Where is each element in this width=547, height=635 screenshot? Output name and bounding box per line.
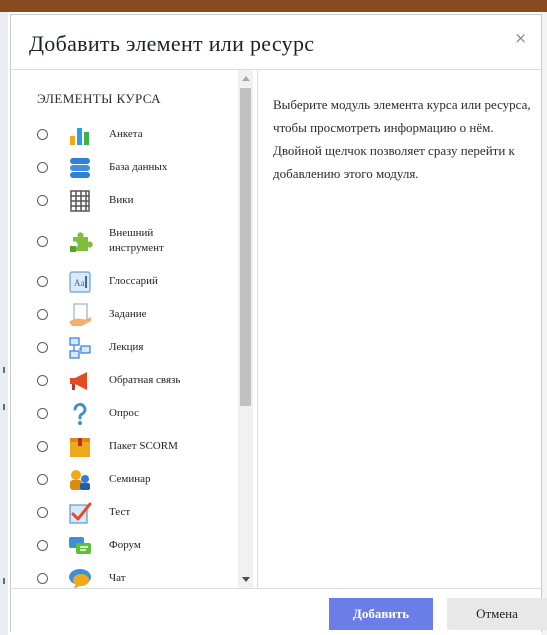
module-radio[interactable] xyxy=(37,342,48,353)
module-item-chat[interactable]: Чат xyxy=(11,562,239,588)
module-label: Форум xyxy=(109,539,141,551)
window-top-bar xyxy=(0,0,547,12)
module-item-wiki[interactable]: Вики xyxy=(11,184,239,217)
chat-icon xyxy=(67,566,93,588)
background-marker xyxy=(3,404,5,410)
dialog-title: Добавить элемент или ресурс xyxy=(29,31,315,56)
module-radio[interactable] xyxy=(37,573,48,584)
package-icon xyxy=(67,434,93,460)
background-marker xyxy=(3,578,5,584)
dialog-footer: Добавить Отмена xyxy=(11,588,547,632)
forum-icon xyxy=(67,533,93,559)
module-label: Вики xyxy=(109,194,134,206)
module-radio[interactable] xyxy=(37,162,48,173)
cancel-button[interactable]: Отмена xyxy=(447,598,547,630)
module-radio[interactable] xyxy=(37,441,48,452)
background-marker xyxy=(3,367,5,373)
add-activity-dialog: Добавить элемент или ресурс × ЭЛЕМЕНТЫ К… xyxy=(10,14,547,632)
module-label: Глоссарий xyxy=(109,275,158,287)
background-page-edge xyxy=(0,12,8,635)
wiki-icon xyxy=(67,188,93,214)
module-label: Чат xyxy=(109,572,126,584)
module-label: Опрос xyxy=(109,407,139,419)
quiz-checkmark-icon xyxy=(67,500,93,526)
question-icon xyxy=(67,401,93,427)
module-label: База данных xyxy=(109,161,168,173)
module-label: Семинар xyxy=(109,473,151,485)
module-radio[interactable] xyxy=(37,235,48,247)
lesson-icon xyxy=(67,335,93,361)
module-label-line-1: Внешний xyxy=(109,227,154,239)
bar-chart-icon xyxy=(67,122,93,148)
module-item-assignment[interactable]: Задание xyxy=(11,298,239,331)
module-radio[interactable] xyxy=(37,540,48,551)
module-radio[interactable] xyxy=(37,507,48,518)
dialog-header: Добавить элемент или ресурс × xyxy=(11,15,541,70)
module-item-database[interactable]: База данных xyxy=(11,151,239,184)
section-label: ЭЛЕМЕНТЫ КУРСА xyxy=(37,91,161,106)
module-label: Обратная связь xyxy=(109,374,181,386)
module-radio[interactable] xyxy=(37,195,48,206)
module-label: Внешний инструмент xyxy=(109,226,164,256)
module-item-external-tool[interactable]: Внешний инструмент xyxy=(11,217,239,265)
module-list: Анкета База данных Вики Внешний инструме… xyxy=(11,118,239,588)
module-item-survey[interactable]: Анкета xyxy=(11,118,239,151)
megaphone-icon xyxy=(67,368,93,394)
module-radio[interactable] xyxy=(37,309,48,320)
module-list-scrollbar[interactable] xyxy=(238,70,253,588)
module-label: Задание xyxy=(109,308,147,320)
module-label: Анкета xyxy=(109,128,143,140)
module-radio[interactable] xyxy=(37,129,48,140)
scrollbar-thumb[interactable] xyxy=(240,88,251,406)
module-help-text: Выберите модуль элемента курса или ресур… xyxy=(273,97,531,181)
svg-text:Aa: Aa xyxy=(74,278,85,288)
module-item-scorm[interactable]: Пакет SCORM xyxy=(11,430,239,463)
module-item-choice[interactable]: Опрос xyxy=(11,397,239,430)
scroll-down-arrow-icon[interactable] xyxy=(242,577,250,582)
module-chooser-pane: ЭЛЕМЕНТЫ КУРСА Анкета База данных Вики В… xyxy=(11,70,258,588)
module-label: Тест xyxy=(109,506,131,518)
module-item-workshop[interactable]: Семинар xyxy=(11,463,239,496)
module-radio[interactable] xyxy=(37,408,48,419)
module-radio[interactable] xyxy=(37,375,48,386)
module-radio[interactable] xyxy=(37,474,48,485)
database-icon xyxy=(67,155,93,181)
module-item-glossary[interactable]: Aa Глоссарий xyxy=(11,265,239,298)
close-icon[interactable]: × xyxy=(514,29,527,47)
module-radio[interactable] xyxy=(37,276,48,287)
module-label: Пакет SCORM xyxy=(109,440,178,452)
module-item-lesson[interactable]: Лекция xyxy=(11,331,239,364)
scroll-up-arrow-icon[interactable] xyxy=(242,76,250,81)
puzzle-icon xyxy=(67,228,93,254)
assignment-icon xyxy=(67,302,93,328)
module-label-line-2: инструмент xyxy=(109,242,164,254)
module-item-feedback[interactable]: Обратная связь xyxy=(11,364,239,397)
workshop-icon xyxy=(67,467,93,493)
module-label: Лекция xyxy=(109,341,144,353)
glossary-icon: Aa xyxy=(67,269,93,295)
add-button[interactable]: Добавить xyxy=(329,598,433,630)
module-item-quiz[interactable]: Тест xyxy=(11,496,239,529)
module-item-forum[interactable]: Форум xyxy=(11,529,239,562)
